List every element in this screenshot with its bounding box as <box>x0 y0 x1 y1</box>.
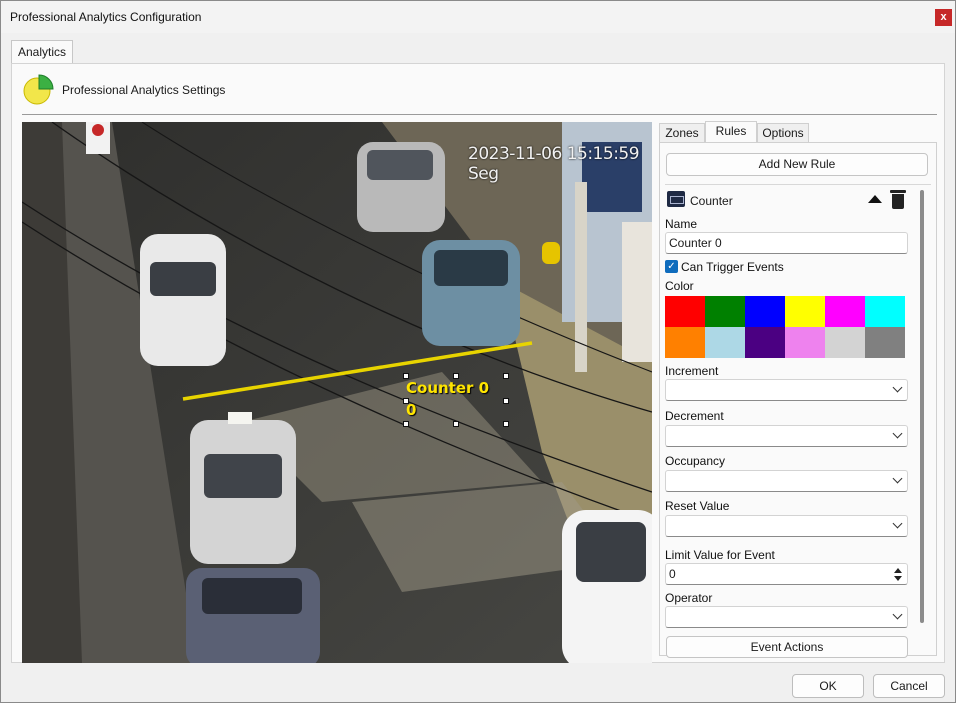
resize-handle[interactable] <box>403 373 409 379</box>
counter-overlay-label: Counter 0 <box>406 379 490 397</box>
resize-handle[interactable] <box>503 398 509 404</box>
resize-handle[interactable] <box>403 398 409 404</box>
settings-title: Professional Analytics Settings <box>62 83 226 97</box>
tab-options[interactable]: Options <box>757 123 809 143</box>
reset-value-label: Reset Value <box>665 499 730 513</box>
street-scene <box>22 122 652 663</box>
reset-value-select[interactable] <box>665 515 908 537</box>
resize-handle[interactable] <box>453 421 459 427</box>
collapse-arrow-icon[interactable] <box>868 195 882 203</box>
color-swatch[interactable] <box>665 296 705 327</box>
add-new-rule-button[interactable]: Add New Rule <box>666 153 928 176</box>
color-swatch[interactable] <box>785 327 825 358</box>
rule-divider <box>665 184 931 185</box>
header-divider <box>22 114 937 115</box>
tab-zones[interactable]: Zones <box>659 123 705 143</box>
side-tab-strip: Zones Rules Options <box>659 121 937 143</box>
spin-up-icon[interactable] <box>894 568 902 573</box>
limit-value-label: Limit Value for Event <box>665 548 775 562</box>
car <box>190 412 296 564</box>
spin-down-icon[interactable] <box>894 576 902 581</box>
camera-timestamp: 2023-11-06 15:15:59 Seg <box>468 144 640 184</box>
operator-select[interactable] <box>665 606 908 628</box>
car <box>422 240 520 346</box>
color-swatch[interactable] <box>865 327 905 358</box>
close-button[interactable]: x <box>935 9 952 26</box>
resize-handle[interactable] <box>403 421 409 427</box>
color-swatch[interactable] <box>865 296 905 327</box>
increment-select[interactable] <box>665 379 908 401</box>
window-title: Professional Analytics Configuration <box>10 10 202 24</box>
color-palette <box>665 296 905 358</box>
color-swatch[interactable] <box>825 327 865 358</box>
chevron-down-icon <box>892 473 903 484</box>
color-swatch[interactable] <box>745 296 785 327</box>
trash-icon[interactable] <box>890 190 906 209</box>
title-bar: Professional Analytics Configuration x <box>1 1 955 33</box>
car <box>186 568 320 663</box>
camera-view[interactable]: 2023-11-06 15:15:59 Seg Counter 0 0 <box>22 122 652 663</box>
tab-analytics[interactable]: Analytics <box>11 40 73 64</box>
counter-icon <box>667 191 685 207</box>
color-swatch[interactable] <box>785 296 825 327</box>
color-swatch[interactable] <box>705 296 745 327</box>
chevron-down-icon <box>892 382 903 393</box>
resize-handle[interactable] <box>503 421 509 427</box>
name-input[interactable]: Counter 0 <box>665 232 908 254</box>
car <box>140 234 226 366</box>
cancel-button[interactable]: Cancel <box>873 674 945 698</box>
color-swatch[interactable] <box>705 327 745 358</box>
color-swatch[interactable] <box>745 327 785 358</box>
occupancy-label: Occupancy <box>665 454 726 468</box>
pie-chart-icon <box>23 74 54 105</box>
limit-value-stepper[interactable]: 0 <box>665 563 908 585</box>
color-label: Color <box>665 279 694 293</box>
color-swatch[interactable] <box>665 327 705 358</box>
resize-handle[interactable] <box>453 373 459 379</box>
chevron-down-icon <box>892 428 903 439</box>
tab-rules[interactable]: Rules <box>705 121 757 143</box>
ok-button[interactable]: OK <box>792 674 864 698</box>
operator-label: Operator <box>665 591 713 605</box>
resize-handle[interactable] <box>503 373 509 379</box>
occupancy-select[interactable] <box>665 470 908 492</box>
color-swatch[interactable] <box>825 296 865 327</box>
chevron-down-icon <box>892 518 903 529</box>
name-label: Name <box>665 217 698 231</box>
can-trigger-checkbox[interactable]: ✓ <box>665 260 678 273</box>
rule-type-label: Counter <box>690 194 733 208</box>
decrement-label: Decrement <box>665 409 724 423</box>
rules-scrollbar[interactable] <box>920 190 924 623</box>
can-trigger-label: Can Trigger Events <box>681 260 784 274</box>
dialog-window: Professional Analytics Configuration x A… <box>0 0 956 703</box>
car <box>562 510 652 663</box>
limit-value: 0 <box>669 567 676 581</box>
decrement-select[interactable] <box>665 425 908 447</box>
increment-label: Increment <box>665 364 719 378</box>
event-actions-button[interactable]: Event Actions <box>666 636 908 658</box>
car <box>357 142 445 232</box>
chevron-down-icon <box>892 609 903 620</box>
